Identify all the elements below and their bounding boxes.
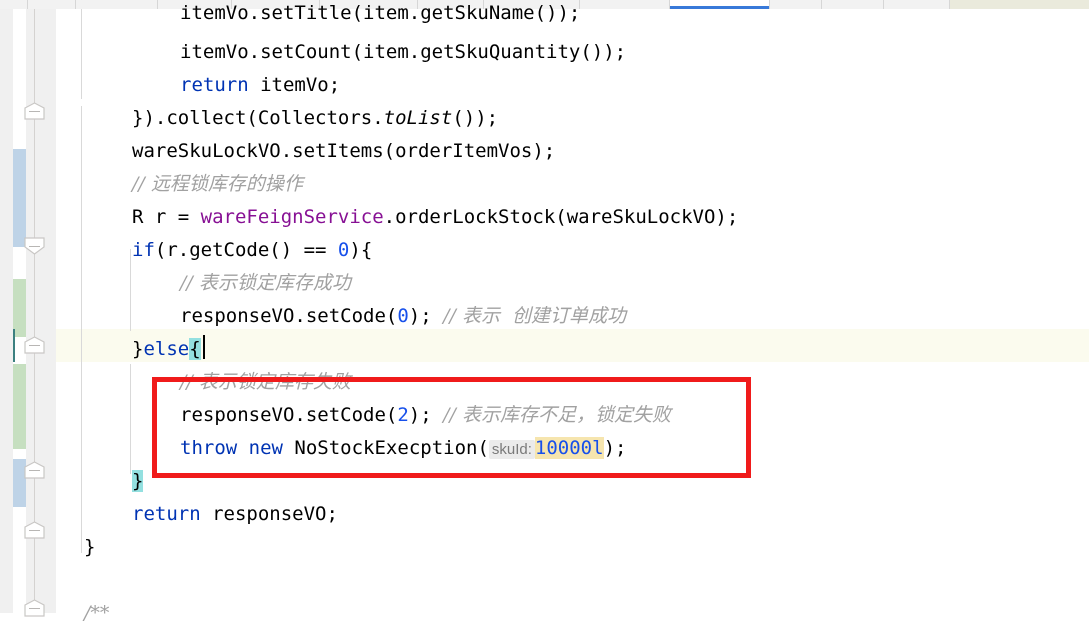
code-token: (r.getCode() == <box>154 239 338 261</box>
code-token: 0 <box>337 239 350 261</box>
code-line[interactable]: /** <box>84 597 109 630</box>
code-line[interactable]: responseVO.setCode(0); // 表示 创建订单成功 <box>180 300 626 333</box>
code-token: return <box>180 74 249 96</box>
code-line[interactable]: } <box>132 465 144 498</box>
editor-tab-11[interactable] <box>822 0 884 9</box>
code-token: // <box>132 173 151 195</box>
code-token: 表示 创建订单成功 <box>461 305 627 327</box>
code-line[interactable]: itemVo.setCount(item.getSkuQuantity()); <box>180 36 626 69</box>
code-token: 0 <box>397 305 409 327</box>
code-token: R r = <box>132 206 201 228</box>
code-editor[interactable]: itemVo.setTitle(item.getSkuName()); itemV… <box>0 2 1089 624</box>
code-line[interactable]: R r = wareFeignService.orderLockStock(wa… <box>132 201 738 234</box>
editor-tab-13[interactable] <box>950 0 1089 9</box>
code-token: responseVO.setCode( <box>180 305 398 327</box>
code-token: return <box>132 503 201 525</box>
editor-tab-0[interactable] <box>0 0 28 9</box>
editor-window: itemVo.setTitle(item.getSkuName()); itemV… <box>0 0 1089 624</box>
code-line[interactable]: }).collect(Collectors.toList()); <box>132 102 498 135</box>
code-token: } <box>132 338 144 360</box>
code-token: else <box>143 338 190 360</box>
code-token: /** <box>84 602 110 624</box>
code-line[interactable]: wareSkuLockVO.setItems(orderItemVos); <box>132 135 555 168</box>
code-text[interactable]: itemVo.setTitle(item.getSkuName()); itemV… <box>0 2 1089 624</box>
code-token: wareFeignService <box>200 206 384 228</box>
code-token: responseVO; <box>200 503 338 525</box>
code-token: itemVo; <box>248 74 341 96</box>
editor-tab-10[interactable] <box>770 0 822 9</box>
code-token: } <box>132 470 144 492</box>
code-token: // <box>443 305 462 327</box>
code-token: .orderLockStock(wareSkuLockVO); <box>383 206 739 228</box>
code-token: if <box>132 239 155 261</box>
code-line[interactable]: // 表示锁定库存成功 <box>180 267 351 300</box>
editor-tab-2[interactable] <box>76 0 158 9</box>
code-line[interactable]: } <box>84 531 95 564</box>
code-line[interactable]: if(r.getCode() == 0){ <box>132 234 372 267</box>
code-token: // <box>180 272 199 294</box>
code-line[interactable]: return itemVo; <box>180 69 340 102</box>
code-token: ()); <box>452 107 499 129</box>
code-token: itemVo.setTitle(item.getSkuName()); <box>180 2 581 24</box>
code-line[interactable]: itemVo.setTitle(item.getSkuName()); <box>180 0 580 30</box>
annotation-red-rectangle <box>152 377 751 478</box>
code-token: } <box>84 536 96 558</box>
code-token: 远程锁库存的操作 <box>150 173 303 195</box>
code-token: itemVo.setCount(item.getSkuQuantity()); <box>180 41 627 63</box>
code-token: ){ <box>349 239 373 261</box>
editor-tab-8[interactable] <box>580 0 670 9</box>
editor-tab-1[interactable] <box>28 0 76 9</box>
editor-tab-9[interactable] <box>670 0 770 9</box>
code-token: }).collect(Collectors. <box>132 107 384 129</box>
code-token: wareSkuLockVO.setItems(orderItemVos); <box>132 140 556 162</box>
code-line[interactable]: return responseVO; <box>132 498 338 531</box>
code-token: ); <box>408 305 444 327</box>
code-line[interactable]: }else{ <box>132 333 201 366</box>
code-line[interactable]: // 远程锁库存的操作 <box>132 168 303 201</box>
text-caret <box>203 335 205 359</box>
editor-tab-12[interactable] <box>884 0 950 9</box>
code-token: toList <box>383 107 453 129</box>
code-token: { <box>189 338 201 360</box>
code-token: 表示锁定库存成功 <box>198 272 351 294</box>
